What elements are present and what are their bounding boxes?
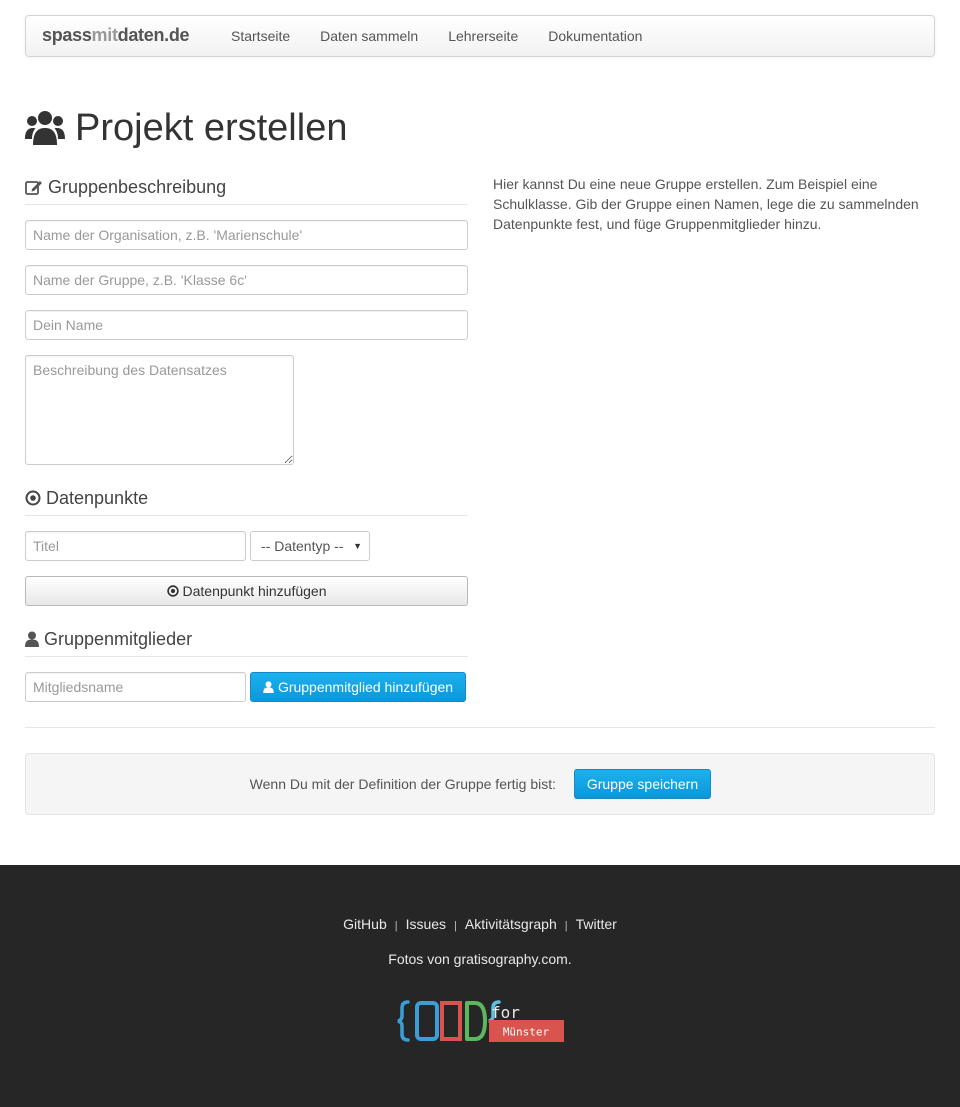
datapoint-title-input[interactable] — [25, 531, 246, 561]
user-icon — [263, 681, 274, 693]
group-name-input[interactable] — [25, 265, 468, 295]
info-text: Hier kannst Du eine neue Gruppe erstelle… — [493, 176, 919, 232]
add-member-button[interactable]: Gruppenmitglied hinzufügen — [250, 672, 466, 702]
dot-circle-icon — [25, 490, 41, 506]
brand-mid: mit — [91, 25, 118, 45]
section-description-title: Gruppenbeschreibung — [48, 176, 227, 197]
add-datapoint-button[interactable]: Datenpunkt hinzufügen — [25, 576, 468, 606]
code-for-muenster-logo[interactable]: for Münster — [397, 999, 567, 1047]
save-panel: Wenn Du mit der Definition der Gruppe fe… — [25, 753, 935, 815]
nav-links: Startseite Daten sammeln Lehrerseite Dok… — [216, 16, 657, 56]
brand-logo[interactable]: spassmitdaten.de — [42, 25, 190, 46]
edit-icon — [25, 181, 42, 195]
nav-link-daten-sammeln[interactable]: Daten sammeln — [305, 16, 433, 56]
footer-separator: | — [394, 920, 398, 932]
photo-credit: Fotos von gratisography.com. — [388, 951, 572, 967]
footer-links: GitHub | Issues | Aktivitätsgraph | Twitter — [0, 916, 960, 932]
datatype-select-value: -- Datentyp -- — [261, 538, 344, 554]
page-title: Projekt erstellen — [25, 104, 347, 152]
brand-pre: spass — [42, 25, 92, 45]
user-icon — [25, 631, 39, 647]
brand-post: daten.de — [117, 25, 190, 45]
footer-separator: | — [454, 920, 457, 932]
organisation-input[interactable] — [25, 220, 468, 250]
dot-circle-icon — [166, 585, 179, 597]
navbar: spassmitdaten.de Startseite Daten sammel… — [25, 15, 935, 57]
dataset-description-textarea[interactable] — [25, 355, 294, 465]
section-members-title: Gruppenmitglieder — [44, 628, 193, 649]
save-group-button[interactable]: Gruppe speichern — [574, 769, 711, 799]
footer: GitHub | Issues | Aktivitätsgraph | Twitter Fo… — [0, 865, 960, 1107]
footer-link-issues[interactable]: Issues — [406, 916, 446, 932]
section-datapoints-title: Datenpunkte — [46, 487, 149, 508]
nav-link-startseite[interactable]: Startseite — [216, 16, 305, 56]
member-name-input[interactable] — [25, 672, 246, 702]
nav-link-dokumentation[interactable]: Dokumentation — [533, 16, 657, 56]
add-member-label: Gruppenmitglied hinzufügen — [277, 679, 454, 695]
footer-separator: | — [564, 920, 568, 932]
divider — [25, 727, 935, 728]
section-datapoints-heading: Datenpunkte — [25, 481, 468, 516]
datatype-select[interactable]: -- Datentyp -- ▼ — [250, 531, 370, 561]
section-description-heading: Gruppenbeschreibung — [25, 170, 468, 205]
nav-link-lehrerseite[interactable]: Lehrerseite — [433, 16, 533, 56]
users-icon — [25, 111, 65, 145]
footer-link-github[interactable]: GitHub — [343, 916, 387, 932]
footer-link-twitter[interactable]: Twitter — [576, 916, 617, 932]
section-members-heading: Gruppenmitglieder — [25, 622, 468, 657]
your-name-input[interactable] — [25, 310, 468, 340]
page-title-text: Projekt erstellen — [75, 106, 348, 149]
caret-down-icon: ▼ — [353, 541, 362, 551]
add-datapoint-label: Datenpunkt hinzufügen — [182, 583, 327, 599]
logo-for-text: for — [491, 1003, 520, 1022]
save-hint-text: Wenn Du mit der Definition der Gruppe fe… — [249, 776, 556, 792]
footer-link-activity[interactable]: Aktivitätsgraph — [465, 916, 557, 932]
logo-city-text: Münster — [503, 1026, 550, 1039]
